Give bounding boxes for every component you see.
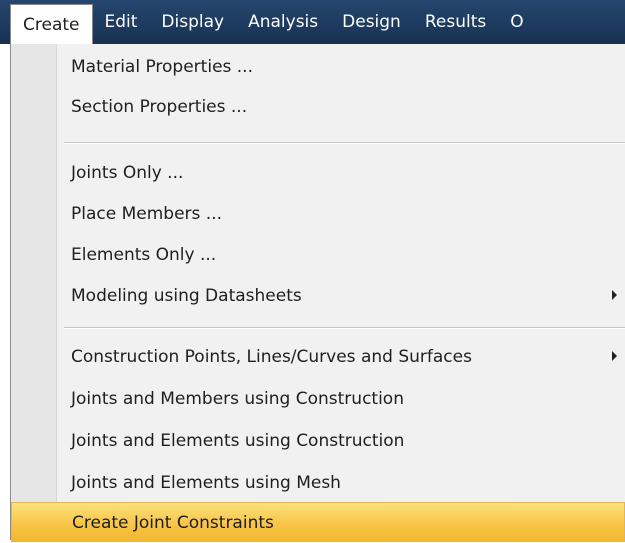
menu-item-label: Modeling using Datasheets xyxy=(71,286,302,306)
menu-analysis[interactable]: Analysis xyxy=(236,4,330,40)
menu-item-label: Material Properties ... xyxy=(71,57,253,77)
menu-item-construction-points[interactable]: Construction Points, Lines/Curves and Su… xyxy=(11,337,625,377)
menu-item-joints-elements-construction[interactable]: Joints and Elements using Construction xyxy=(11,421,625,461)
create-dropdown-menu: Material Properties ... Section Properti… xyxy=(10,44,625,542)
menu-results[interactable]: Results xyxy=(413,4,498,40)
menu-item-label: Place Members ... xyxy=(71,204,222,224)
menu-item-label: Section Properties ... xyxy=(71,97,248,117)
chevron-right-icon xyxy=(612,290,617,300)
menu-item-section-properties[interactable]: Section Properties ... xyxy=(11,87,625,127)
menu-item-joints-elements-mesh[interactable]: Joints and Elements using Mesh xyxy=(11,463,625,503)
menu-item-material-properties[interactable]: Material Properties ... xyxy=(11,47,625,87)
menu-item-joints-members-construction[interactable]: Joints and Members using Construction xyxy=(11,379,625,419)
menu-item-label: Construction Points, Lines/Curves and Su… xyxy=(71,347,472,367)
menu-item-place-members[interactable]: Place Members ... xyxy=(11,194,625,234)
menu-item-create-joint-constraints[interactable]: Create Joint Constraints xyxy=(11,502,625,542)
menu-item-label: Joints and Elements using Mesh xyxy=(71,473,341,493)
menu-create[interactable]: Create xyxy=(10,4,93,44)
menu-bar: Create Edit Display Analysis Design Resu… xyxy=(0,0,625,44)
menu-design[interactable]: Design xyxy=(330,4,413,40)
menu-item-joints-only[interactable]: Joints Only ... xyxy=(11,153,625,193)
menu-item-label: Elements Only ... xyxy=(71,245,217,265)
menu-options-partial[interactable]: O xyxy=(498,4,535,40)
menu-item-label: Create Joint Constraints xyxy=(72,513,274,533)
menu-item-elements-only[interactable]: Elements Only ... xyxy=(11,235,625,275)
menu-item-label: Joints and Members using Construction xyxy=(71,389,404,409)
menu-edit[interactable]: Edit xyxy=(93,4,150,40)
menu-item-modeling-using-datasheets[interactable]: Modeling using Datasheets xyxy=(11,276,625,316)
menu-display[interactable]: Display xyxy=(149,4,236,40)
menu-item-label: Joints and Elements using Construction xyxy=(71,431,405,451)
chevron-right-icon xyxy=(612,351,617,361)
menu-item-label: Joints Only ... xyxy=(71,163,184,183)
menu-separator xyxy=(64,327,625,329)
menu-separator xyxy=(64,142,625,144)
